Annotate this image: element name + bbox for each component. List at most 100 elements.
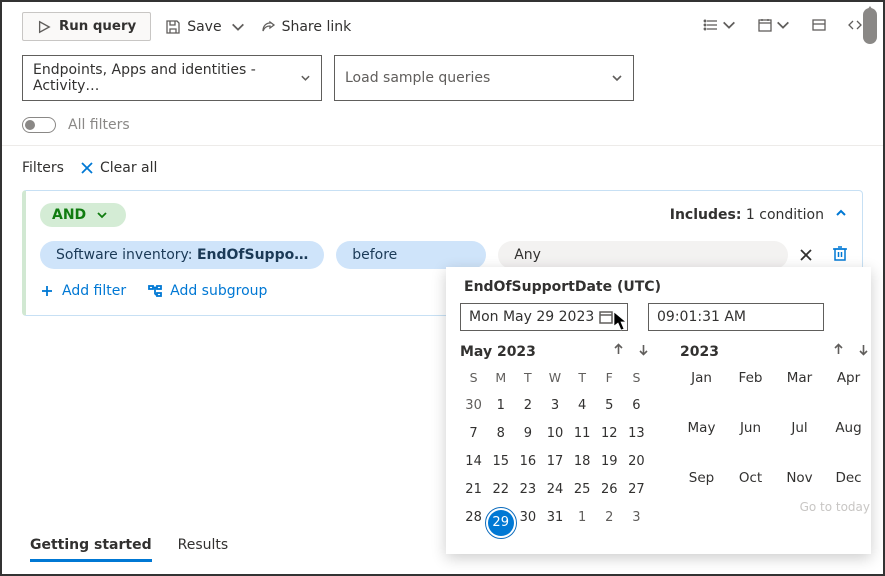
calendar-toolbar-button[interactable] (757, 17, 791, 37)
chevron-down-icon (611, 72, 623, 84)
add-subgroup-label: Add subgroup (170, 283, 267, 299)
month-cell[interactable]: Feb (729, 370, 772, 386)
next-month-button[interactable] (637, 343, 650, 360)
save-button[interactable]: Save (165, 19, 245, 35)
date-input[interactable]: Mon May 29 2023 (460, 303, 628, 331)
calendar-day[interactable]: 28 (460, 503, 487, 542)
chevron-up-icon (834, 206, 848, 220)
calendar-day[interactable]: 17 (541, 447, 568, 475)
month-cell[interactable]: Dec (827, 470, 870, 486)
date-input-value: Mon May 29 2023 (469, 309, 594, 325)
month-cell[interactable]: Oct (729, 470, 772, 486)
card-toolbar-button[interactable] (811, 17, 827, 37)
month-cell[interactable]: Sep (680, 470, 723, 486)
calendar-day[interactable]: 29 (487, 503, 514, 542)
calendar-day[interactable]: 20 (623, 447, 650, 475)
calendar-day[interactable]: 14 (460, 447, 487, 475)
calendar-day[interactable]: 18 (569, 447, 596, 475)
dow-header: T (569, 366, 596, 391)
run-query-button[interactable]: Run query (22, 12, 151, 41)
month-cell[interactable]: Aug (827, 420, 870, 436)
calendar-day[interactable]: 12 (596, 419, 623, 447)
month-cell[interactable]: Mar (778, 370, 821, 386)
clear-all-label: Clear all (100, 160, 157, 176)
filter-field-pill[interactable]: Software inventory: EndOfSuppo… (40, 241, 324, 269)
calendar-day[interactable]: 15 (487, 447, 514, 475)
month-cell[interactable]: Apr (827, 370, 870, 386)
filters-title: Filters (22, 160, 64, 176)
filter-operator-pill[interactable]: before (336, 241, 486, 269)
sample-queries-label: Load sample queries (345, 70, 490, 86)
calendar-day[interactable]: 2 (514, 391, 541, 419)
collapse-button[interactable] (834, 206, 848, 224)
clear-value-button[interactable] (792, 241, 820, 269)
list-view-button[interactable] (703, 17, 737, 37)
filter-value-pill[interactable]: Any (498, 241, 788, 269)
add-subgroup-button[interactable]: Add subgroup (148, 283, 267, 299)
code-toolbar-button[interactable] (847, 17, 863, 37)
scrollbar-thumb[interactable] (863, 8, 877, 44)
arrow-up-icon (832, 343, 845, 356)
calendar-day[interactable]: 24 (541, 475, 568, 503)
scope-select[interactable]: Endpoints, Apps and identities - Activit… (22, 55, 322, 101)
chevron-down-icon (721, 17, 737, 33)
calendar-day[interactable]: 9 (514, 419, 541, 447)
chevron-down-icon (775, 17, 791, 33)
calendar-day[interactable]: 7 (460, 419, 487, 447)
list-icon (703, 17, 719, 33)
go-to-today-button[interactable]: Go to today (680, 500, 870, 514)
month-cell[interactable]: May (680, 420, 723, 436)
calendar-day[interactable]: 16 (514, 447, 541, 475)
save-icon (165, 19, 181, 35)
save-label: Save (187, 19, 221, 35)
calendar-day[interactable]: 26 (596, 475, 623, 503)
calendar-day[interactable]: 3 (541, 391, 568, 419)
calendar-day[interactable]: 19 (596, 447, 623, 475)
sample-queries-select[interactable]: Load sample queries (334, 55, 634, 101)
calendar-day[interactable]: 23 (514, 475, 541, 503)
calendar-day[interactable]: 10 (541, 419, 568, 447)
month-cell[interactable]: Jan (680, 370, 723, 386)
prev-year-button[interactable] (832, 343, 845, 360)
date-picker-popover: EndOfSupportDate (UTC) Mon May 29 2023 0… (446, 267, 871, 554)
month-cell[interactable]: Jun (729, 420, 772, 436)
all-filters-label: All filters (68, 117, 130, 133)
calendar-day[interactable]: 4 (569, 391, 596, 419)
month-cell[interactable]: Jul (778, 420, 821, 436)
calendar-day[interactable]: 6 (623, 391, 650, 419)
run-query-label: Run query (59, 19, 136, 34)
calendar-day[interactable]: 27 (623, 475, 650, 503)
calendar-day[interactable]: 1 (487, 391, 514, 419)
clear-all-button[interactable]: Clear all (80, 160, 157, 176)
calendar-day[interactable]: 13 (623, 419, 650, 447)
calendar-day[interactable]: 2 (596, 503, 623, 542)
all-filters-toggle[interactable] (22, 117, 56, 133)
add-filter-button[interactable]: Add filter (40, 283, 126, 299)
tab-getting-started[interactable]: Getting started (30, 537, 152, 562)
arrow-up-icon (612, 343, 625, 356)
calendar-day[interactable]: 22 (487, 475, 514, 503)
next-year-button[interactable] (857, 343, 870, 360)
time-input[interactable]: 09:01:31 AM (648, 303, 824, 331)
calendar-day[interactable]: 1 (569, 503, 596, 542)
operator-chip[interactable]: AND (40, 203, 126, 227)
scope-select-label: Endpoints, Apps and identities - Activit… (33, 62, 300, 94)
calendar-day[interactable]: 25 (569, 475, 596, 503)
calendar-day[interactable]: 3 (623, 503, 650, 542)
prev-month-button[interactable] (612, 343, 625, 360)
includes-text: Includes: 1 condition (670, 207, 824, 223)
calendar-day[interactable]: 21 (460, 475, 487, 503)
month-cell[interactable]: Nov (778, 470, 821, 486)
calendar-day[interactable]: 11 (569, 419, 596, 447)
calendar-day[interactable]: 31 (541, 503, 568, 542)
tab-results[interactable]: Results (178, 537, 229, 562)
close-icon (799, 248, 813, 262)
calendar-day[interactable]: 30 (514, 503, 541, 542)
calendar-day[interactable]: 5 (596, 391, 623, 419)
share-button[interactable]: Share link (260, 19, 352, 35)
calendar-day[interactable]: 8 (487, 419, 514, 447)
delete-filter-button[interactable] (832, 244, 848, 266)
cursor-pointer-icon (611, 310, 629, 332)
calendar-day[interactable]: 30 (460, 391, 487, 419)
operator-chip-label: AND (52, 207, 86, 223)
